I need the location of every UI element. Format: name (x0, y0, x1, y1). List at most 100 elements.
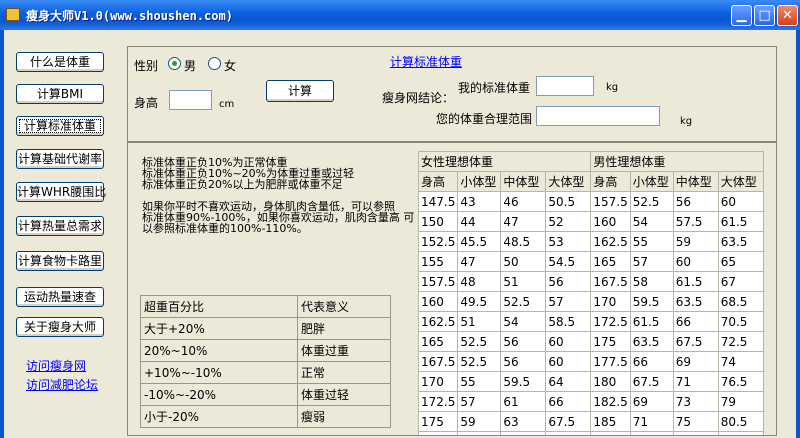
table-cell: 20%~10% (140, 339, 298, 362)
table-row: 162.5 51 54 58.5 172.5 61.5 66 70.5 (417, 311, 764, 332)
table-cell: 185 (590, 411, 631, 432)
table-cell: 正常 (297, 361, 391, 384)
app-icon[interactable] (6, 8, 20, 21)
nav-bmi-button[interactable]: 计算BMI (16, 84, 104, 104)
table-cell: -10%~-20% (140, 383, 298, 406)
table-cell: 52 (545, 211, 592, 232)
table-row: 172.5 57 61 66 182.5 69 73 79 (417, 391, 764, 412)
table-cell: 48.5 (500, 231, 547, 252)
table-row: 152.5 45.5 48.5 53 162.5 55 59 63.5 (417, 231, 764, 252)
table-cell: 51 (457, 311, 502, 332)
table-cell: 69 (672, 351, 719, 372)
table-cell: 58.5 (545, 311, 592, 332)
gender-female-radio[interactable] (208, 57, 221, 70)
title-bar[interactable]: 瘦身大师V1.0(www.shoushen.com) ▁ □ ✕ (0, 0, 800, 30)
table-group-header-row: 女性理想体重 男性理想体重 (417, 151, 764, 172)
table-cell: 53 (545, 231, 592, 252)
table-header-cell: 大体型 (717, 171, 764, 192)
table-cell: 162.5 (417, 311, 459, 332)
table-cell: 152.5 (417, 231, 459, 252)
table-cell: 57 (629, 251, 674, 272)
visit-forum-link[interactable]: 访问减肥论坛 (26, 376, 98, 393)
table-row: 150 44 47 52 160 54 57.5 61.5 (417, 211, 764, 232)
gender-female-label[interactable]: 女 (224, 57, 236, 74)
table-cell: 65 (717, 251, 764, 272)
nav-exercise-lookup-button[interactable]: 运动热量速查 (16, 287, 104, 307)
nav-calorie-need-button[interactable]: 计算热量总需求 (16, 216, 104, 236)
height-input[interactable] (169, 90, 212, 110)
table-cell: 75 (672, 411, 719, 432)
table-cell: 54 (500, 311, 547, 332)
table-cell: 71 (629, 411, 674, 432)
table-cell: 155 (417, 251, 459, 272)
table-cell: 大于+20% (140, 317, 298, 340)
table-cell: 167.5 (417, 351, 459, 372)
table-header-cell: 中体型 (500, 171, 547, 192)
table-cell: 60 (717, 191, 764, 212)
table-cell: 79 (717, 391, 764, 412)
table-cell: 66 (672, 311, 719, 332)
table-row: 177.5616570187.57377.583 (417, 431, 764, 435)
close-button[interactable]: ✕ (777, 5, 798, 26)
table-cell: 47 (457, 251, 502, 272)
table-cell: 160 (417, 291, 459, 312)
nav-what-is-weight-button[interactable]: 什么是体重 (16, 52, 104, 72)
table-cell: 68.5 (717, 291, 764, 312)
nav-bmr-button[interactable]: 计算基础代谢率 (16, 149, 104, 169)
table-header-cell: 中体型 (672, 171, 719, 192)
table-cell: 180 (590, 371, 631, 392)
calculate-button[interactable]: 计算 (266, 80, 334, 102)
table-cell: 72.5 (717, 331, 764, 352)
note-line: 标准体重正负20%以上为肥胖或体重不足 (142, 178, 343, 191)
nav-food-calorie-button[interactable]: 计算食物卡路里 (16, 251, 104, 271)
table-cell: 55 (457, 371, 502, 392)
table-row: -10%~-20% 体重过轻 (140, 383, 391, 406)
nav-about-button[interactable]: 关于瘦身大师 (16, 317, 104, 337)
table-cell: 58 (629, 271, 674, 292)
minimize-button[interactable]: ▁ (731, 5, 752, 26)
table-cell: 165 (417, 331, 459, 352)
table-row: 167.5 52.5 56 60 177.5 66 69 74 (417, 351, 764, 372)
weight-range-label: 您的体重合理范围 (436, 112, 533, 126)
table-cell: 157.5 (417, 271, 459, 292)
table-cell: 83 (717, 431, 764, 435)
maximize-button[interactable]: □ (754, 5, 775, 26)
info-panel: 标准体重正负10%为正常体重 标准体重正负10%~20%为体重过重或过轻 标准体… (127, 142, 777, 436)
table-header-cell: 大体型 (545, 171, 592, 192)
table-cell: 64 (545, 371, 592, 392)
table-row: 小于-20% 瘦弱 (140, 405, 391, 428)
female-ideal-header: 女性理想体重 (417, 151, 592, 172)
table-cell: 70 (545, 431, 592, 435)
weight-range-field[interactable] (536, 106, 660, 126)
table-cell: 66 (545, 391, 592, 412)
standard-weight-field[interactable] (536, 76, 594, 96)
table-cell: 59.5 (629, 291, 674, 312)
table-header-row: 身高 小体型 中体型 大体型 身高 小体型 中体型 大体型 (417, 171, 764, 192)
table-cell: 50 (500, 251, 547, 272)
table-cell: 60 (545, 331, 592, 352)
height-label: 身高 (134, 96, 159, 110)
table-cell: 54.5 (545, 251, 592, 272)
nav-standard-weight-button[interactable]: 计算标准体重 (16, 116, 104, 136)
table-row: 160 49.5 52.5 57 170 59.5 63.5 68.5 (417, 291, 764, 312)
table-cell: 45.5 (457, 231, 502, 252)
table-cell: 57.5 (672, 211, 719, 232)
table-cell: 46 (500, 191, 547, 212)
table-cell: 52.5 (500, 291, 547, 312)
table-cell: 67.5 (629, 371, 674, 392)
nav-whr-button[interactable]: 计算WHR腰围比 (16, 182, 106, 202)
table-cell: 47 (500, 211, 547, 232)
table-cell: 73 (672, 391, 719, 412)
table-cell: 48 (457, 271, 502, 292)
gender-male-label[interactable]: 男 (184, 57, 196, 74)
table-cell: 170 (590, 291, 631, 312)
table-cell: 51 (500, 271, 547, 292)
table-cell: 70.5 (717, 311, 764, 332)
input-panel: 性别 男 女 身高 cm 计算 计算标准体重 瘦身网结论： 我的标准体重 kg … (127, 46, 777, 142)
visit-shoushen-link[interactable]: 访问瘦身网 (26, 357, 86, 374)
table-header-row: 超重百分比 代表意义 (140, 295, 391, 318)
table-cell: 50.5 (545, 191, 592, 212)
table-cell: 71 (672, 371, 719, 392)
gender-male-radio[interactable] (168, 57, 181, 70)
standard-weight-title-link[interactable]: 计算标准体重 (390, 53, 462, 70)
